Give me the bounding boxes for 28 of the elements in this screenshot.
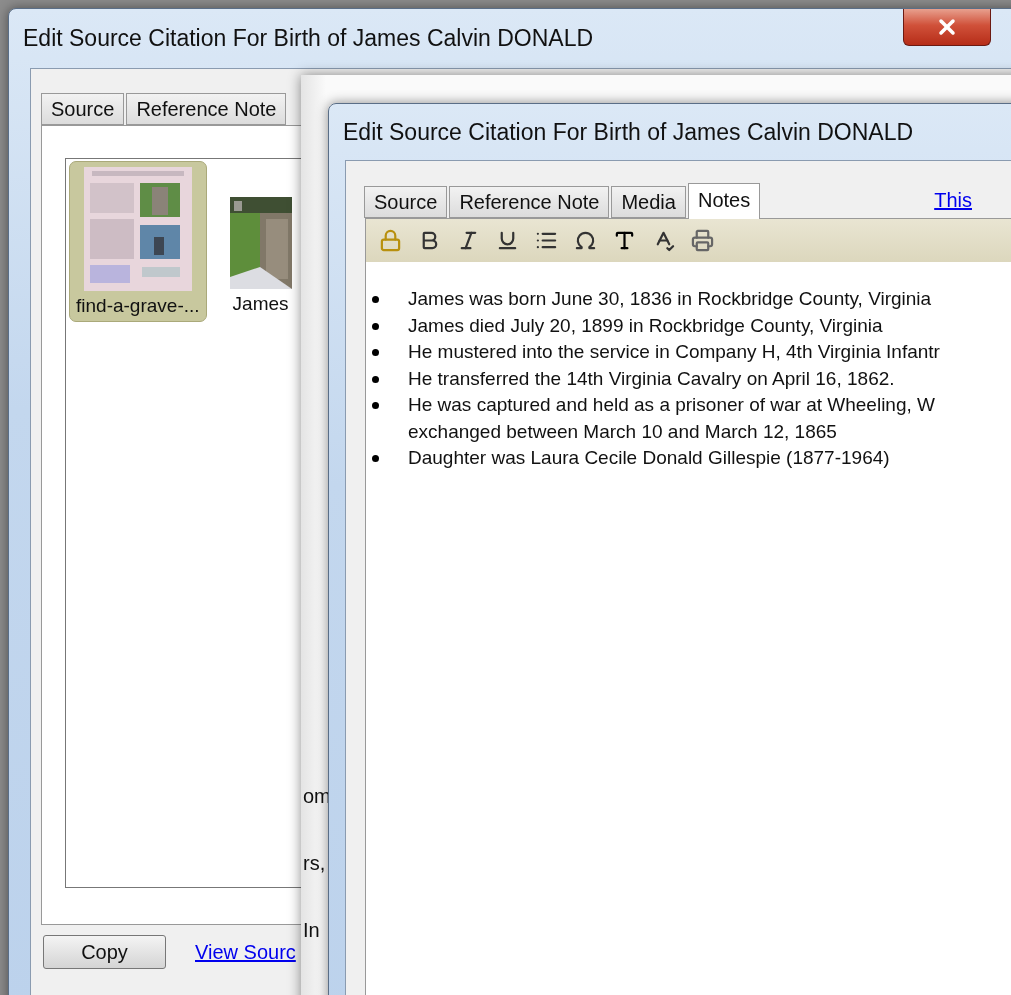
note-text: James was born June 30, 1836 in Rockbridge County, Virginia [408, 287, 932, 311]
bullet-icon [372, 375, 379, 383]
tab[interactable]: Media [611, 186, 686, 218]
close-button[interactable] [903, 9, 991, 46]
window-title: Edit Source Citation For Birth of James Calvin DONALD [343, 118, 914, 146]
note-text: He was captured and held as a prisoner of war at Wheeling, W exchanged between March 10 and March 12, 1865 [408, 393, 935, 444]
media-item[interactable]: James [222, 191, 299, 320]
tab[interactable]: Reference Note [126, 93, 287, 125]
view-source-link[interactable]: View Sourc [195, 940, 296, 964]
tab[interactable]: Source [364, 186, 448, 218]
tab[interactable]: Source [41, 93, 125, 125]
bullet-icon [372, 455, 379, 462]
copy-button[interactable]: Copy [43, 935, 166, 969]
bullet-icon [372, 296, 379, 303]
window-title: Edit Source Citation For Birth of James Calvin DONALD [23, 25, 594, 52]
note-text: He transferred the 14th Virginia Cavalry on April 16, 1862. [408, 366, 895, 391]
note-text: James died July 20, 1899 in Rockbridge County, Virginia [408, 313, 883, 338]
bullet-icon [372, 322, 379, 330]
partial-text: rs, [303, 852, 327, 875]
note-text: He mustered into the service in Company H, 4th Virginia Infantr [408, 340, 940, 364]
tab[interactable]: Reference Note [449, 186, 610, 218]
media-item[interactable]: find-a-grave-... [69, 161, 207, 322]
tab[interactable]: Notes [687, 183, 761, 219]
link[interactable]: This [934, 189, 972, 212]
partial-text: In [303, 919, 321, 942]
bullet-icon [372, 402, 379, 409]
note-text: Daughter was Laura Cecile Donald Gillespie (1877-1964) [408, 446, 890, 470]
bullet-icon [372, 349, 379, 356]
